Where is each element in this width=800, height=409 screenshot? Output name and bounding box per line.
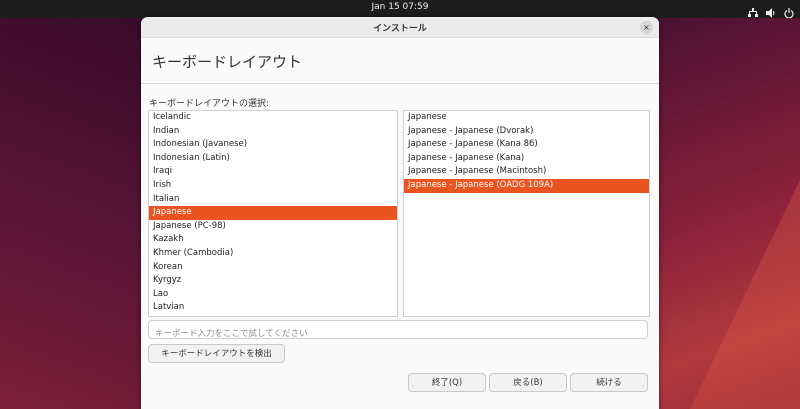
top-bar: Jan 15 07:59: [0, 0, 800, 19]
quit-button[interactable]: 終了(Q): [408, 373, 486, 392]
layout-list-item[interactable]: Khmer (Cambodia): [149, 247, 397, 261]
layout-list-item[interactable]: Lao: [149, 288, 397, 302]
variant-list-item[interactable]: Japanese - Japanese (Macintosh): [404, 165, 649, 179]
layout-section-label: キーボードレイアウトの選択:: [149, 99, 270, 109]
layout-list-item[interactable]: Indian: [149, 125, 397, 139]
layout-list-item[interactable]: Japanese: [149, 206, 397, 220]
layout-list[interactable]: Icelandic Indian Indonesian (Javanese) Indo…: [148, 110, 398, 317]
variant-list-item[interactable]: Japanese: [404, 111, 649, 125]
layout-list-item[interactable]: Kyrgyz: [149, 274, 397, 288]
continue-button[interactable]: 続ける: [570, 373, 648, 392]
back-button[interactable]: 戻る(B): [489, 373, 567, 392]
layout-list-item[interactable]: Japanese (PC-98): [149, 220, 397, 234]
layout-list-item[interactable]: Italian: [149, 193, 397, 207]
layout-list-item[interactable]: Indonesian (Latin): [149, 152, 397, 166]
variant-list[interactable]: Japanese Japanese - Japanese (Dvorak) Japa…: [403, 110, 650, 317]
variant-list-item[interactable]: Japanese - Japanese (Kana): [404, 152, 649, 166]
page-title: キーボードレイアウト: [152, 53, 303, 71]
desktop-wallpaper-left: [0, 18, 140, 409]
volume-icon[interactable]: [766, 3, 776, 18]
system-tray[interactable]: [748, 3, 794, 19]
header-divider: [141, 83, 659, 84]
window-titlebar[interactable]: インストール ×: [141, 17, 659, 38]
keyboard-test-field[interactable]: [148, 320, 648, 343]
layout-list-item[interactable]: Indonesian (Javanese): [149, 138, 397, 152]
window-title: インストール: [373, 24, 427, 34]
close-button[interactable]: ×: [640, 21, 653, 34]
keyboard-test-input[interactable]: [149, 325, 647, 343]
layout-list-item[interactable]: Irish: [149, 179, 397, 193]
clock[interactable]: Jan 15 07:59: [0, 2, 800, 12]
desktop-wallpaper-facet: [690, 180, 800, 409]
layout-list-item[interactable]: Iraqi: [149, 165, 397, 179]
variant-list-item[interactable]: Japanese - Japanese (Dvorak): [404, 125, 649, 139]
layout-list-item[interactable]: Latvian: [149, 301, 397, 315]
detect-layout-button[interactable]: キーボードレイアウトを検出: [148, 344, 285, 363]
layout-list-item[interactable]: Icelandic: [149, 111, 397, 125]
layout-list-item[interactable]: Kazakh: [149, 233, 397, 247]
network-icon[interactable]: [748, 3, 758, 17]
installer-window: インストール × キーボードレイアウト キーボードレイアウトの選択: Icela…: [141, 17, 659, 409]
variant-list-item[interactable]: Japanese - Japanese (Kana 86): [404, 138, 649, 152]
layout-list-item[interactable]: Korean: [149, 261, 397, 275]
variant-list-item[interactable]: Japanese - Japanese (OADG 109A): [404, 178, 649, 193]
power-icon[interactable]: [784, 3, 794, 19]
